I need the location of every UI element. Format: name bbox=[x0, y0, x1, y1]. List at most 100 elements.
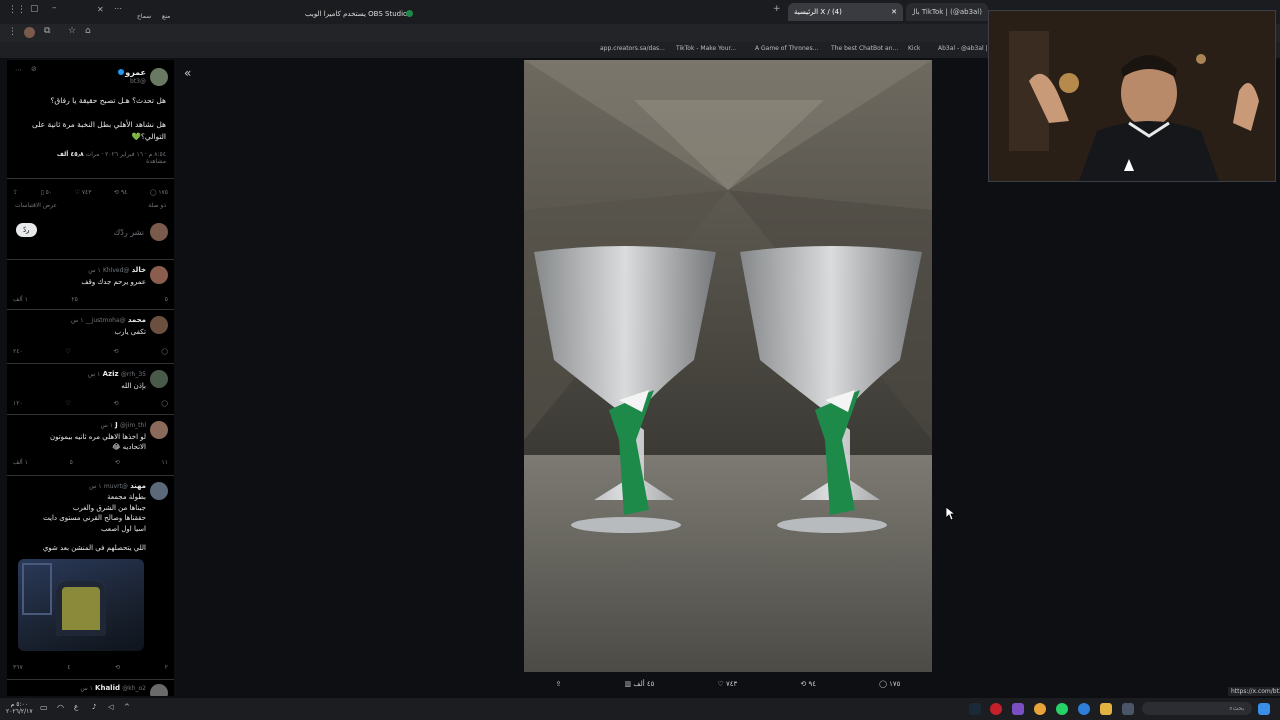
author-handle[interactable]: @bt3 bbox=[130, 78, 146, 85]
list-item[interactable]: Khalid @kh_o2 ١ س bbox=[7, 680, 174, 696]
bookmark-star-icon[interactable]: ☆ bbox=[68, 26, 76, 36]
bookmark-creators[interactable]: app.creators.sa/das... bbox=[600, 45, 665, 52]
avatar[interactable] bbox=[150, 266, 168, 284]
window-restore-icon[interactable]: ▢ bbox=[30, 4, 39, 14]
reply-author-handle[interactable]: @jim_thl bbox=[120, 422, 146, 429]
views-stat[interactable]: ٣٦٧ bbox=[13, 664, 23, 671]
collapse-panel-icon[interactable]: « bbox=[184, 66, 191, 80]
taskbar-search-input[interactable]: ⌕ بحث bbox=[1142, 702, 1252, 715]
retweet-action[interactable]: ⟲ ٩٤ bbox=[800, 680, 816, 688]
list-item[interactable]: محمد @justmoha__ ١ س تكفى يارب ٢٤٠ ♡ ⟲ ◯ bbox=[7, 310, 174, 363]
like-stat[interactable]: ٤ bbox=[67, 664, 70, 671]
author-name[interactable]: عمرو bbox=[125, 68, 146, 77]
edge-icon[interactable] bbox=[1078, 703, 1090, 715]
window-minimize-icon[interactable]: – bbox=[52, 3, 57, 13]
window-menu-icon[interactable]: ⋮⋮ bbox=[8, 5, 26, 15]
taskbar-clock-date[interactable]: ٢٠٢٦/٢/١٧ bbox=[6, 708, 33, 715]
like-icon[interactable]: ♡ bbox=[65, 400, 70, 407]
list-item[interactable]: Aziz @rrh_35 ١ س بإذن الله ١٢٠ ♡ ⟲ ◯ bbox=[7, 364, 174, 414]
like-icon[interactable]: ♡ bbox=[65, 348, 70, 355]
extensions-icon[interactable]: ⧉ bbox=[44, 26, 50, 36]
reply-author-name[interactable]: خالد bbox=[132, 266, 146, 274]
store-icon[interactable] bbox=[1122, 703, 1134, 715]
tab-tiktok[interactable]: TikTok | (@ab3al) بال bbox=[906, 3, 988, 21]
tweet-timestamp: ٨:٥٤ م · ١٦ فبراير ٢٠٢٦ · مرات ٤٥٫٨ ألف … bbox=[11, 151, 166, 165]
avatar[interactable] bbox=[150, 684, 168, 696]
volume-icon[interactable]: ◁ bbox=[108, 703, 113, 711]
bookmark-ab3al[interactable]: Ab3al - @ab3al | bbox=[938, 45, 988, 52]
bookmark-tiktok-1[interactable]: TikTok - Make Your... bbox=[676, 45, 736, 52]
reply-author-name[interactable]: Khalid bbox=[95, 684, 120, 692]
mic-icon[interactable]: ♪ bbox=[92, 703, 96, 711]
bookmark-chatbot[interactable]: The best ChatBot an... bbox=[831, 45, 898, 52]
site-info-icon[interactable]: ⌂ bbox=[85, 26, 91, 36]
tweet-views-label: مشاهدة bbox=[146, 158, 166, 165]
avatar[interactable] bbox=[150, 421, 168, 439]
reply-image[interactable] bbox=[18, 559, 144, 651]
profile-icon[interactable] bbox=[24, 27, 35, 38]
reply-input[interactable]: نشر ردّك bbox=[114, 228, 144, 237]
retweet-icon[interactable]: ⟲ bbox=[114, 348, 119, 355]
allow-button[interactable]: سماح bbox=[137, 13, 151, 20]
views-stat[interactable]: ١ ألف bbox=[13, 296, 28, 303]
reply-author-handle[interactable]: @justmoha__ bbox=[86, 317, 126, 324]
views-stat[interactable]: ٢٤٠ bbox=[13, 348, 23, 355]
app-purple-icon[interactable] bbox=[1012, 703, 1024, 715]
block-button[interactable]: منع bbox=[162, 13, 170, 20]
list-item[interactable]: مهند @muvrt ١ س بطولة مجمعة جبناها من ال… bbox=[7, 476, 174, 679]
tab-close-icon[interactable]: ✕ bbox=[891, 8, 897, 16]
whatsapp-icon[interactable] bbox=[1056, 703, 1068, 715]
reply-icon[interactable]: ◯ bbox=[161, 348, 168, 355]
file-explorer-icon[interactable] bbox=[1100, 703, 1112, 715]
list-item[interactable]: خالد @Khlved ١ س عمرو يرحم جدك وقف ١ ألف… bbox=[7, 260, 174, 309]
like-action[interactable]: ♡ ٧٤٣ bbox=[718, 680, 738, 688]
reply-author-handle[interactable]: @Khlved bbox=[103, 267, 129, 274]
tray-expand-icon[interactable]: ^ bbox=[124, 703, 130, 711]
reply-author-handle[interactable]: @muvrt bbox=[104, 483, 128, 490]
bookmark-got[interactable]: A Game of Thrones... bbox=[755, 45, 818, 52]
reply-author-handle[interactable]: @rrh_35 bbox=[121, 371, 146, 378]
like-stat[interactable]: ٥ bbox=[70, 459, 73, 466]
wifi-icon[interactable]: ◠ bbox=[57, 703, 64, 712]
more-menu-icon[interactable]: ⋮ bbox=[8, 27, 17, 37]
taskbar-clock-time[interactable]: ٥:٠٠ م bbox=[6, 701, 33, 708]
reply-icon[interactable]: ◯ bbox=[161, 400, 168, 407]
language-icon[interactable]: ع bbox=[74, 703, 78, 711]
avatar[interactable] bbox=[150, 316, 168, 334]
list-item[interactable]: J @jim_thl ١ س لو اخذها الاهلي مره ثانيه… bbox=[7, 415, 174, 475]
author-avatar[interactable] bbox=[150, 68, 168, 86]
grok-icon[interactable]: ⊘ bbox=[31, 65, 37, 73]
views-stat[interactable]: ١ ألف bbox=[13, 459, 28, 466]
avatar[interactable] bbox=[150, 370, 168, 388]
reply-stat[interactable]: ١١ bbox=[162, 459, 168, 466]
opera-icon[interactable] bbox=[990, 703, 1002, 715]
prompt-more-icon[interactable]: ⋯ bbox=[114, 4, 122, 13]
media-viewer-image[interactable] bbox=[524, 60, 932, 672]
like-stat[interactable]: ٢٥ bbox=[71, 296, 77, 303]
tweet-more-icon[interactable]: ⋯ bbox=[15, 66, 22, 74]
reply-stat[interactable]: ٥ bbox=[165, 296, 168, 303]
reply-author-name[interactable]: Aziz bbox=[103, 370, 119, 378]
reply-author-handle[interactable]: @kh_o2 bbox=[122, 685, 146, 692]
views-action[interactable]: ▥ ٤٥ ألف bbox=[624, 680, 654, 688]
chrome-icon[interactable] bbox=[1034, 703, 1046, 715]
reply-stat[interactable]: ٢ bbox=[165, 664, 168, 671]
steam-icon[interactable] bbox=[969, 703, 981, 715]
reply-author-name[interactable]: J bbox=[115, 421, 118, 429]
bookmark-kick[interactable]: Kick bbox=[908, 45, 920, 52]
new-tab-icon[interactable]: + bbox=[773, 4, 781, 14]
avatar[interactable] bbox=[150, 482, 168, 500]
reply-author-name[interactable]: مهند bbox=[130, 482, 146, 490]
views-stat[interactable]: ١٢٠ bbox=[13, 400, 23, 407]
reply-author-name[interactable]: محمد bbox=[128, 316, 146, 324]
retweet-icon[interactable]: ⟲ bbox=[114, 400, 119, 407]
tab-x-home[interactable]: ✕ X / (4) الرئيسية bbox=[788, 3, 903, 21]
notification-icon[interactable]: ▭ bbox=[40, 703, 48, 712]
retweet-icon[interactable]: ⟲ bbox=[115, 664, 120, 671]
reply-submit-button[interactable]: ردّ bbox=[16, 223, 37, 237]
close-prompt-icon[interactable]: ✕ bbox=[97, 5, 104, 14]
start-icon[interactable] bbox=[1258, 703, 1270, 715]
share-icon[interactable]: ⇪ bbox=[556, 680, 562, 688]
reply-action[interactable]: ◯ ١٧٥ bbox=[879, 680, 900, 688]
retweet-icon[interactable]: ⟲ bbox=[115, 459, 120, 466]
